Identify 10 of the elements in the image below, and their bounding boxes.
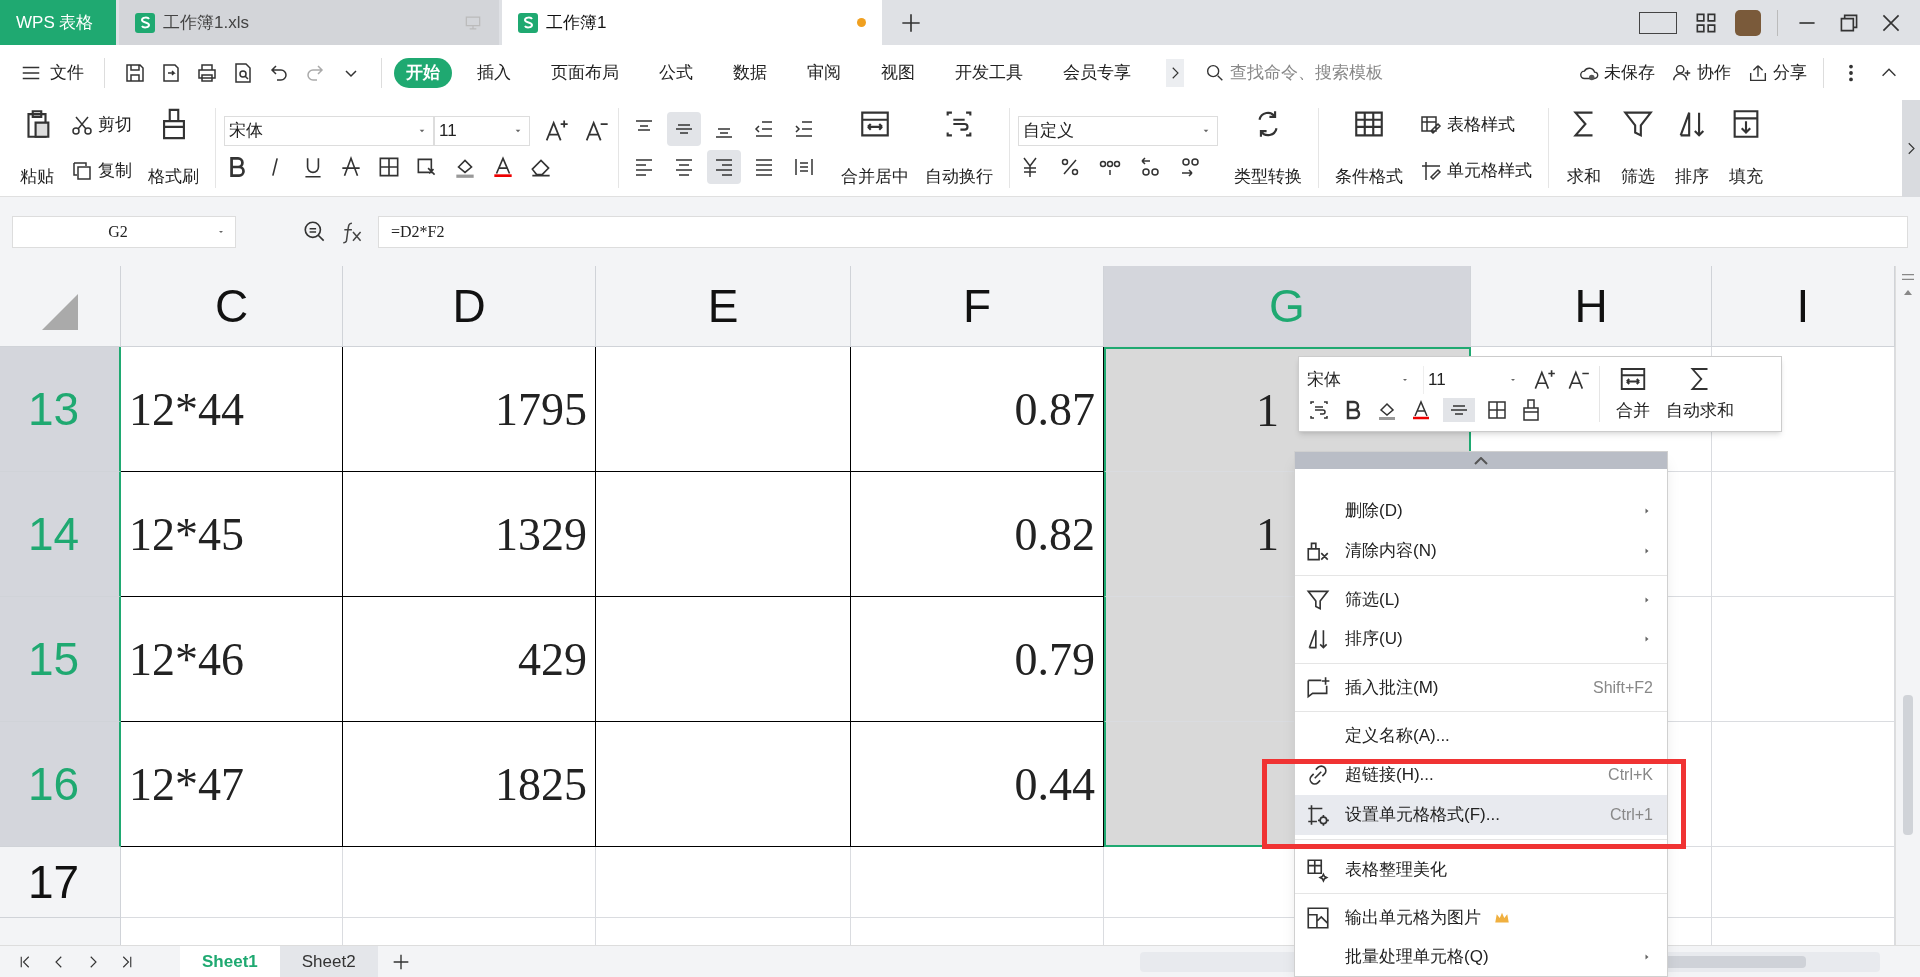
table-cell: 1795 bbox=[343, 347, 596, 472]
table-cell: 429 bbox=[343, 597, 596, 722]
table-cell: 12*44 bbox=[121, 347, 343, 472]
table-cell: 1825 bbox=[343, 722, 596, 847]
tab-label: 工作簿1 bbox=[546, 11, 608, 34]
table-cell: 12*46 bbox=[121, 597, 343, 722]
table-cell: 1329 bbox=[343, 472, 596, 597]
tab-label: 工作簿1.xls bbox=[163, 11, 250, 34]
table-cell: 12*45 bbox=[121, 472, 343, 597]
table-cell: 12*47 bbox=[121, 722, 343, 847]
